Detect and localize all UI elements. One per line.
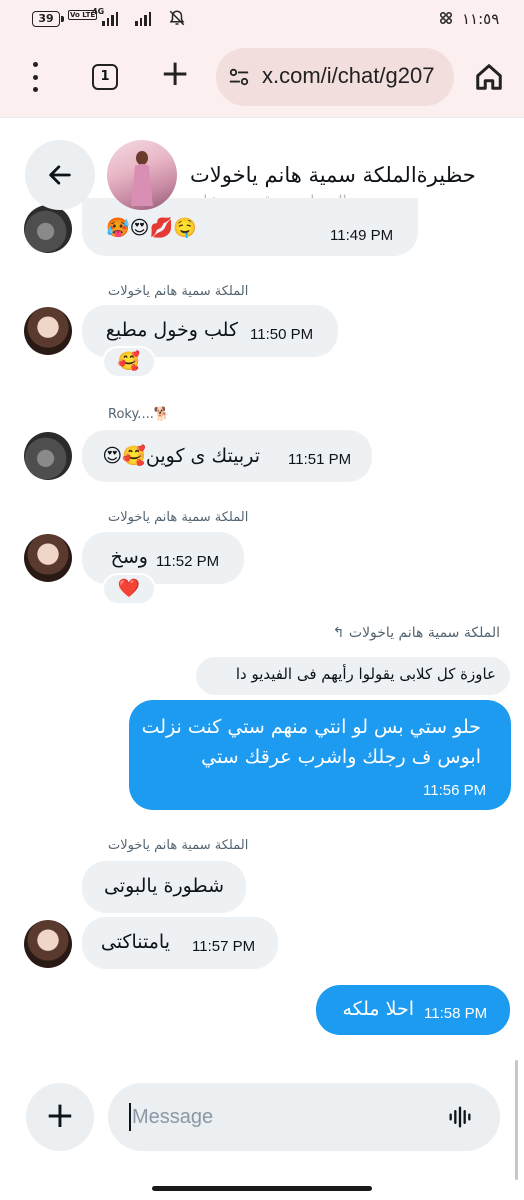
message-emoji: 🥵😍💋🤤 xyxy=(106,217,197,239)
avatar[interactable] xyxy=(24,432,72,480)
reaction-badge[interactable]: ❤️ xyxy=(102,573,156,605)
message-text: وسخ xyxy=(110,546,148,568)
replied-message-preview[interactable]: عاوزة كل كلابى يقولوا رأيهم فى الفيديو د… xyxy=(196,657,510,695)
message-time: 11:52 PM xyxy=(156,553,220,570)
message-bubble[interactable]: يامتناكتى 11:57 PM xyxy=(82,917,278,969)
avatar[interactable] xyxy=(24,534,72,582)
bell-off-icon xyxy=(168,9,186,31)
voice-wave-icon[interactable] xyxy=(446,1103,474,1131)
my-message-bubble[interactable]: حلو ستي بس لو انتي منهم ستي كنت نزلت ابو… xyxy=(129,700,511,810)
my-message-bubble[interactable]: احلا ملكه 11:58 PM xyxy=(316,985,510,1035)
message-text: تربيتك ى كوين🥰😍 xyxy=(102,445,260,467)
home-indicator[interactable] xyxy=(152,1186,372,1191)
signal-2-icon xyxy=(135,12,151,26)
chat-title: حظيرةالملكة سمية هانم ياخولات xyxy=(190,163,476,187)
message-time: 11:56 PM xyxy=(423,782,487,799)
clock: ١١:٥٩ xyxy=(462,10,500,28)
address-bar[interactable]: x.com/i/chat/g207 xyxy=(216,48,454,106)
home-icon[interactable] xyxy=(474,62,504,92)
message-time: 11:51 PM xyxy=(288,451,352,468)
sender-name: الملكة سمية هانم ياخولات xyxy=(108,284,249,299)
message-bubble[interactable]: تربيتك ى كوين🥰😍 11:51 PM xyxy=(82,430,372,482)
tab-switcher-button[interactable]: 1 xyxy=(92,64,118,90)
message-input[interactable] xyxy=(132,1102,432,1132)
message-time: 11:50 PM xyxy=(250,326,314,343)
status-bar: 39 Vo LTE 4G ١١:٥٩ xyxy=(0,0,524,38)
composer xyxy=(108,1083,500,1151)
text-caret xyxy=(129,1103,131,1131)
more-vert-icon[interactable] xyxy=(26,62,44,92)
message-text-line-1: حلو ستي بس لو انتي منهم ستي كنت نزلت xyxy=(141,716,481,738)
dnd-icon xyxy=(437,9,455,31)
new-tab-plus-icon[interactable]: + xyxy=(160,54,190,94)
message-bubble[interactable]: شطورة يالبوتى xyxy=(82,861,246,913)
url-text: x.com/i/chat/g207 xyxy=(262,63,435,88)
plus-icon: + xyxy=(44,1095,76,1136)
add-attachment-button[interactable]: + xyxy=(26,1083,94,1151)
message-text: شطورة يالبوتى xyxy=(103,875,224,897)
signal-icon xyxy=(102,12,118,26)
avatar[interactable] xyxy=(24,920,72,968)
message-text: احلا ملكه xyxy=(342,998,414,1020)
group-avatar[interactable] xyxy=(107,140,177,210)
avatar[interactable] xyxy=(24,205,72,253)
reaction-badge[interactable]: 🥰 xyxy=(102,346,156,378)
replied-message-text: عاوزة كل كلابى يقولوا رأيهم فى الفيديو د… xyxy=(235,665,496,683)
message-time: 11:58 PM xyxy=(424,1005,488,1022)
message-text: كلب وخول مطيع xyxy=(105,319,238,341)
scrollbar[interactable] xyxy=(515,1060,518,1180)
sender-name: الملكة سمية هانم ياخولات xyxy=(108,838,249,853)
sender-name: الملكة سمية هانم ياخولات xyxy=(108,510,249,525)
tune-icon[interactable] xyxy=(228,66,250,88)
battery-indicator: 39 xyxy=(32,11,64,27)
back-button[interactable] xyxy=(25,140,95,210)
message-text: يامتناكتى xyxy=(100,931,170,953)
reply-context-label: الملكة سمية هانم ياخولات ↰ xyxy=(332,625,500,641)
sender-name: Roky....🐕 xyxy=(108,407,171,422)
message-time: 11:49 PM xyxy=(330,227,394,244)
message-text-line-2: ابوس ف رجلك واشرب عرقك ستي xyxy=(201,746,481,768)
browser-toolbar: 1 + x.com/i/chat/g207 xyxy=(0,38,524,118)
arrow-left-icon xyxy=(49,165,71,185)
message-time: 11:57 PM xyxy=(192,938,256,955)
avatar[interactable] xyxy=(24,307,72,355)
